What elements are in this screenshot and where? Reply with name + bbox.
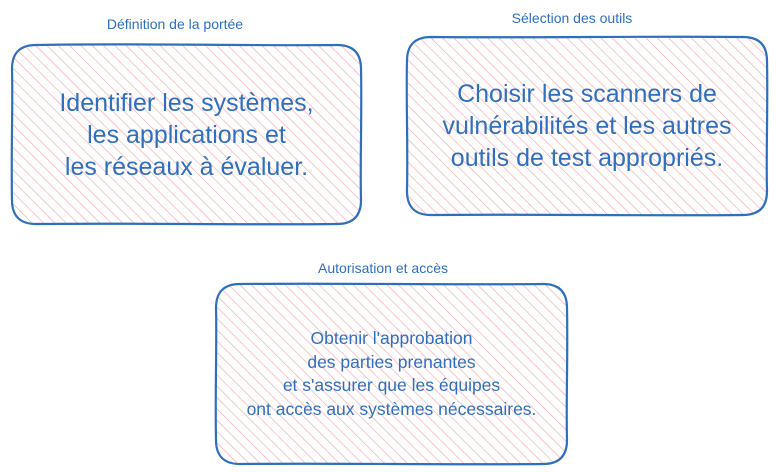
scope-definition-title: Définition de la portée bbox=[106, 16, 244, 32]
authorization-access-line: Obtenir l'approbation bbox=[310, 328, 473, 348]
authorization-access-line: ont accès aux systèmes nécessaires. bbox=[246, 398, 537, 419]
authorization-access-line: et s'assurer que les équipes bbox=[282, 375, 501, 395]
scope-definition-line: les applications et bbox=[87, 120, 286, 149]
authorization-access-line: des parties prenantes bbox=[307, 351, 476, 372]
scope-definition-box: Identifier les systèmes, les application… bbox=[10, 43, 363, 226]
authorization-access-title: Autorisation et accès bbox=[318, 260, 448, 276]
tool-selection-text: Choisir les scanners de vulnérabilités e… bbox=[405, 35, 769, 217]
tool-selection-box: Choisir les scanners de vulnérabilités e… bbox=[405, 35, 769, 217]
scope-definition-text: Identifier les systèmes, les application… bbox=[10, 43, 363, 226]
tool-selection-line: Choisir les scanners de bbox=[457, 80, 717, 108]
tool-selection-line: vulnérabilités et les autres bbox=[442, 112, 732, 140]
tool-selection-title: Sélection des outils bbox=[511, 10, 633, 26]
tool-selection-line: outils de test appropriés. bbox=[450, 144, 724, 172]
authorization-access-box: Obtenir l'approbation des parties prenan… bbox=[214, 282, 569, 466]
scope-definition-line: Identifier les systèmes, bbox=[59, 88, 314, 117]
authorization-access-text: Obtenir l'approbation des parties prenan… bbox=[214, 282, 569, 466]
scope-definition-line: les réseaux à évaluer. bbox=[64, 152, 309, 181]
